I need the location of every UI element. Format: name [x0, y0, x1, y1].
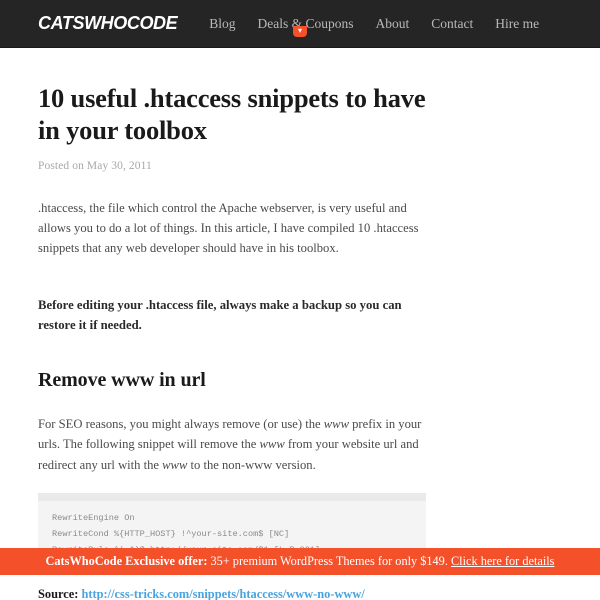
site-logo[interactable]: CATSWHOCODE — [38, 13, 178, 34]
promo-headline: CatsWhoCode Exclusive offer: — [45, 554, 208, 568]
intro-paragraph: .htaccess, the file which control the Ap… — [38, 200, 419, 256]
promo-banner[interactable]: CatsWhoCode Exclusive offer: 35+ premium… — [0, 548, 600, 575]
section-body-remove-www: For SEO reasons, you might always remove… — [38, 414, 426, 475]
site-header: CATSWHOCODE Blog Deals & Coupons About C… — [0, 0, 600, 48]
article-content: 10 useful .htaccess snippets to have in … — [0, 82, 600, 600]
source-label: Source: — [38, 586, 79, 600]
source-link[interactable]: http://css-tricks.com/snippets/htaccess/… — [82, 587, 365, 600]
backup-warning: Before editing your .htaccess file, alwa… — [38, 297, 402, 333]
nav-item-blog[interactable]: Blog — [209, 16, 235, 32]
body-emphasis-1: www — [323, 416, 349, 431]
promo-collapse-toggle-icon[interactable]: ▾ — [293, 26, 307, 37]
promo-text: CatsWhoCode Exclusive offer: 35+ premium… — [46, 554, 555, 569]
nav-item-about[interactable]: About — [376, 16, 410, 32]
body-text-4: to the non-www version. — [187, 457, 316, 472]
page-title: 10 useful .htaccess snippets to have in … — [38, 83, 426, 146]
promo-cta-link[interactable]: Click here for details — [451, 554, 554, 568]
section-heading-remove-www: Remove www in url — [38, 368, 206, 391]
post-date: Posted on May 30, 2011 — [38, 159, 152, 172]
nav-item-contact[interactable]: Contact — [431, 16, 473, 32]
body-text-1: For SEO reasons, you might always remove… — [38, 416, 324, 431]
body-emphasis-2: www — [259, 437, 285, 452]
promo-description: 35+ premium WordPress Themes for only $1… — [207, 554, 451, 568]
nav-item-hire-me[interactable]: Hire me — [495, 16, 539, 32]
source-line: Source: http://css-tricks.com/snippets/h… — [38, 587, 426, 600]
main-navigation: Blog Deals & Coupons About Contact Hire … — [209, 16, 539, 32]
body-emphasis-3: www — [162, 457, 188, 472]
